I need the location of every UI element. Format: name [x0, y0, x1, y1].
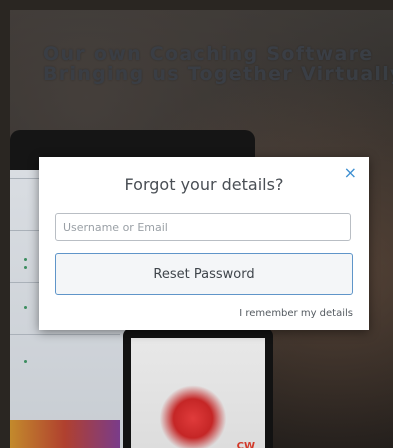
- hero-heading: Our own Coaching Software Bringing us To…: [43, 43, 393, 85]
- status-dot: [24, 306, 27, 309]
- status-dot: [24, 266, 27, 269]
- phone-mockup-image: CW: [123, 328, 273, 448]
- phone-video-thumbnail: [153, 380, 233, 448]
- hero-heading-line-2: Bringing us Together Virtually: [43, 63, 393, 85]
- username-email-input[interactable]: [55, 213, 351, 241]
- brand-logo: CW: [236, 441, 255, 448]
- forgot-details-modal: Forgot your details? × Reset Password I …: [39, 157, 369, 330]
- close-icon[interactable]: ×: [344, 165, 357, 181]
- status-dot: [24, 258, 27, 261]
- hero-heading-line-1: Our own Coaching Software: [43, 43, 374, 65]
- phone-screen: CW: [131, 338, 265, 448]
- reset-password-button[interactable]: Reset Password: [55, 253, 353, 295]
- status-dot: [24, 360, 27, 363]
- laptop-screen-row: [10, 334, 120, 335]
- remember-details-link[interactable]: I remember my details: [239, 308, 353, 319]
- laptop-color-strip: [10, 420, 120, 448]
- modal-title: Forgot your details?: [124, 175, 284, 194]
